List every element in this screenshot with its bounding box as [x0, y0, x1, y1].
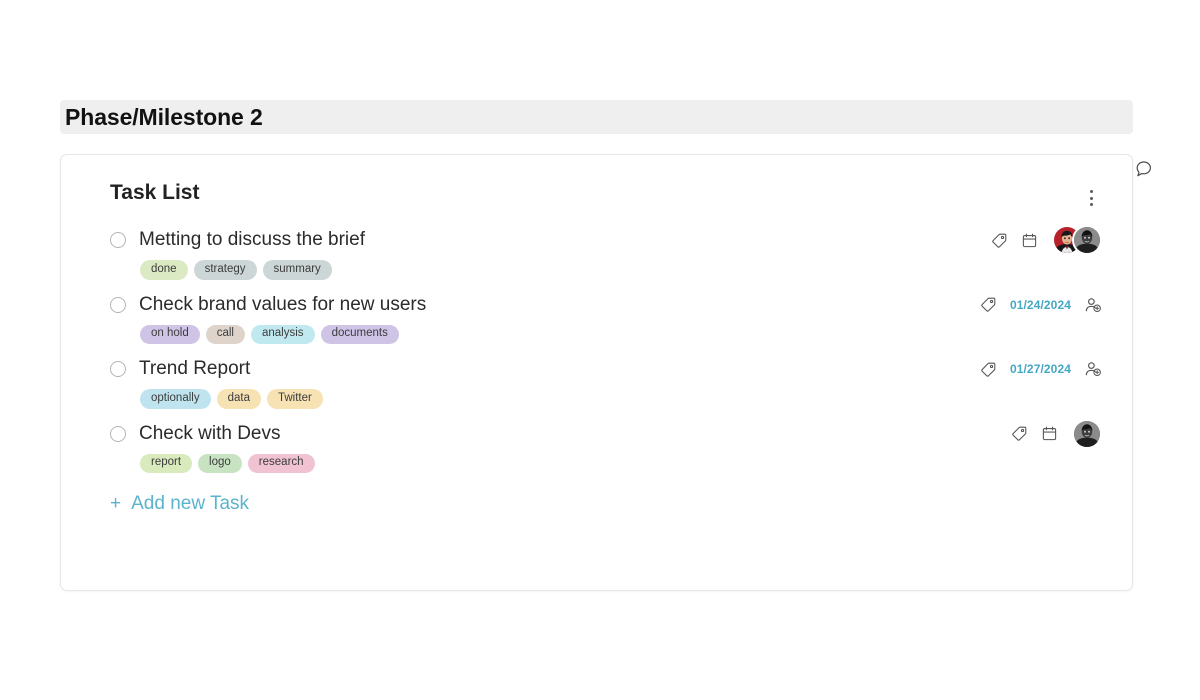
task-row: Check with Devs report logo research [61, 418, 1132, 474]
task-tags: report logo research [110, 454, 1110, 474]
task-checkbox[interactable] [110, 232, 126, 248]
kebab-dot [1090, 203, 1093, 206]
due-date[interactable]: 01/24/2024 [1010, 298, 1071, 312]
tag-pill[interactable]: strategy [194, 260, 257, 280]
task-tags: done strategy summary [110, 260, 1110, 280]
add-new-task-label: Add new Task [131, 494, 249, 513]
assignee-avatars [1072, 419, 1102, 449]
tag-pill[interactable]: done [140, 260, 188, 280]
task-row-main: Trend Report 01/27/2024 [110, 353, 1110, 385]
task-title[interactable]: Check with Devs [139, 422, 1011, 446]
task-meta [991, 225, 1110, 255]
task-title[interactable]: Check brand values for new users [139, 293, 980, 317]
tag-pill[interactable]: logo [198, 454, 242, 474]
add-new-task-button[interactable]: + Add new Task [61, 482, 1132, 513]
tag-pill[interactable]: report [140, 454, 192, 474]
due-date[interactable]: 01/27/2024 [1010, 362, 1071, 376]
task-row-main: Metting to discuss the brief [110, 224, 1110, 256]
task-meta: 01/24/2024 [980, 296, 1110, 314]
task-checkbox[interactable] [110, 361, 126, 377]
task-checkbox[interactable] [110, 297, 126, 313]
tag-icon[interactable] [980, 296, 997, 313]
comment-bubble-icon[interactable] [1134, 159, 1154, 179]
page-title: Phase/Milestone 2 [60, 104, 263, 131]
tag-pill[interactable]: Twitter [267, 389, 323, 409]
task-list-card: Task List Metting to discuss the brief do… [60, 154, 1133, 591]
avatar[interactable] [1072, 419, 1102, 449]
task-tags: optionally data Twitter [110, 389, 1110, 409]
kebab-dot [1090, 197, 1093, 200]
calendar-icon[interactable] [1041, 425, 1058, 442]
task-row: Check brand values for new users 01/24/20… [61, 289, 1132, 345]
tag-pill[interactable]: documents [321, 325, 399, 345]
tag-pill[interactable]: research [248, 454, 315, 474]
tag-pill[interactable]: call [206, 325, 245, 345]
tag-pill[interactable]: data [217, 389, 261, 409]
tag-icon[interactable] [980, 361, 997, 378]
task-meta: 01/27/2024 [980, 360, 1110, 378]
avatar[interactable] [1072, 225, 1102, 255]
app-root: Phase/Milestone 2 Task List Metting to d… [0, 0, 1200, 700]
task-row-main: Check with Devs [110, 418, 1110, 450]
tag-icon[interactable] [991, 232, 1008, 249]
tag-icon[interactable] [1011, 425, 1028, 442]
task-title[interactable]: Metting to discuss the brief [139, 228, 991, 252]
tag-pill[interactable]: on hold [140, 325, 200, 345]
add-person-icon[interactable] [1084, 296, 1102, 314]
kebab-dot [1090, 190, 1093, 193]
kebab-menu-icon[interactable] [1080, 185, 1102, 211]
task-row: Trend Report 01/27/2024 optionally data Twit… [61, 353, 1132, 409]
tag-pill[interactable]: optionally [140, 389, 211, 409]
task-title[interactable]: Trend Report [139, 357, 980, 381]
task-tags: on hold call analysis documents [110, 325, 1110, 345]
task-row: Metting to discuss the brief done strategy… [61, 224, 1132, 280]
task-list: Metting to discuss the brief done strategy… [61, 211, 1132, 473]
task-checkbox[interactable] [110, 426, 126, 442]
tag-pill[interactable]: summary [263, 260, 332, 280]
phase-milestone-header: Phase/Milestone 2 [60, 100, 1133, 134]
card-title: Task List [110, 182, 199, 203]
tag-pill[interactable]: analysis [251, 325, 315, 345]
add-person-icon[interactable] [1084, 360, 1102, 378]
task-row-main: Check brand values for new users 01/24/20… [110, 289, 1110, 321]
assignee-avatars [1052, 225, 1102, 255]
calendar-icon[interactable] [1021, 232, 1038, 249]
task-list-card-header: Task List [61, 155, 1132, 211]
plus-icon: + [110, 494, 121, 513]
task-meta [1011, 419, 1110, 449]
